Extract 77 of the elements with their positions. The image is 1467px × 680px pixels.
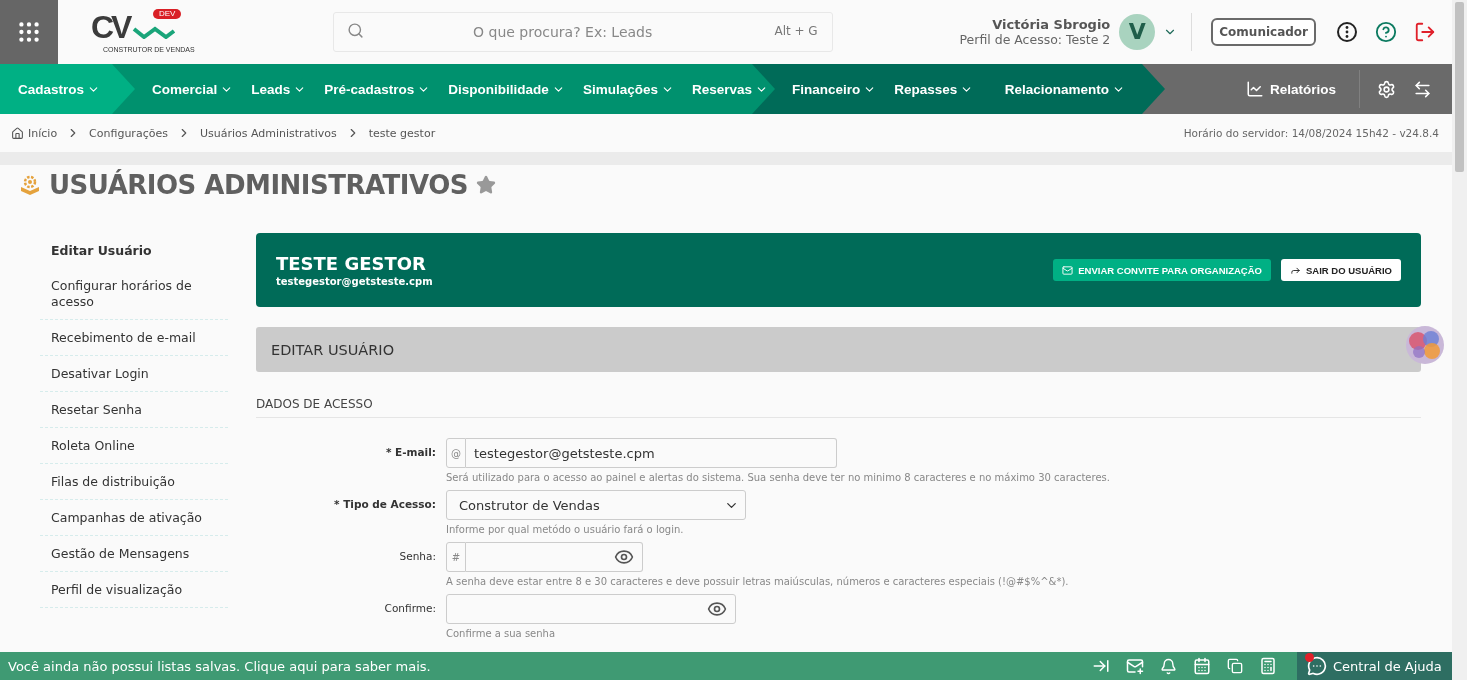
breadcrumb-link[interactable]: Configurações: [89, 126, 168, 140]
field-label: * E-mail:: [385, 445, 436, 458]
logo-text: CV: [91, 10, 130, 43]
gear-box-icon: [19, 174, 41, 196]
dev-badge: DEV: [153, 8, 182, 19]
password-field[interactable]: [466, 542, 643, 572]
input-addon: @: [446, 438, 466, 468]
favorite-star-icon[interactable]: [476, 175, 497, 195]
assistant-orb-icon[interactable]: [1405, 325, 1445, 365]
communicator-button[interactable]: Comunicador: [1211, 18, 1316, 46]
apps-menu-button[interactable]: [0, 0, 58, 64]
user-avatar[interactable]: V: [1119, 14, 1156, 50]
help-center-button[interactable]: Central de Ajuda: [1297, 652, 1452, 680]
nav-menu-item[interactable]: Pré-cadastros: [324, 81, 431, 97]
nav-menu-item[interactable]: Repasses: [894, 81, 974, 97]
subsection-title: DADOS DE ACESSO: [256, 397, 1421, 418]
help-icon[interactable]: [1375, 21, 1397, 43]
switch-arrows-icon[interactable]: [1413, 79, 1432, 99]
sidebar-item[interactable]: Resetar Senha: [40, 392, 228, 428]
field-label: Senha:: [399, 549, 436, 562]
calendar-icon[interactable]: [1193, 657, 1211, 675]
sidebar-item[interactable]: Recebimento de e-mail: [40, 320, 228, 356]
notifications-icon[interactable]: [1160, 657, 1177, 675]
field-label: * Tipo de Acesso:: [334, 497, 436, 510]
help-text: A senha deve estar entre 8 e 30 caracteres e deve possuir letras maiúsculas, números e caracteres especiais (!@#$%^&*).: [446, 576, 1070, 587]
settings-icon[interactable]: [1377, 79, 1396, 99]
more-options-icon[interactable]: [1336, 21, 1358, 43]
password-field[interactable]: [446, 594, 736, 624]
nav-menu-item[interactable]: Reservas: [691, 81, 768, 97]
help-text: Será utilizado para o acesso ao painel e alertas do sistema. Sua senha deve ter no minimo 8 caracteres e no máximo 30 caracteres.: [446, 472, 1111, 483]
line-chart-icon: [1245, 80, 1264, 98]
nav-menu-item[interactable]: Financeiro: [792, 81, 877, 97]
sidebar-item[interactable]: Gestão de Mensagens: [40, 536, 228, 572]
help-text: Informe por qual metódo o usuário fará o login.: [446, 524, 685, 535]
eye-icon[interactable]: [707, 599, 727, 619]
user-profile: Perfil de Acesso: Teste 2: [959, 32, 1111, 47]
mail-icon: [1062, 264, 1074, 276]
user-card-email: testegestor@getsteste.cpm: [276, 276, 433, 287]
logout-icon[interactable]: [1414, 21, 1436, 43]
sidebar-item[interactable]: Desativar Login: [40, 356, 228, 392]
scrollbar-thumb[interactable]: [1455, 2, 1464, 172]
collapse-icon[interactable]: [1092, 657, 1110, 675]
windows-icon[interactable]: [1227, 658, 1243, 674]
nav-menu-item[interactable]: Comercial: [152, 81, 234, 97]
home-icon: [11, 126, 24, 140]
sidebar-item[interactable]: Configurar horários de acesso: [40, 268, 228, 320]
input-addon: #: [446, 542, 466, 572]
breadcrumb-link[interactable]: teste gestor: [368, 126, 436, 140]
page-title: USUÁRIOS ADMINISTRATIVOS: [49, 170, 469, 200]
exit-user-button[interactable]: SAIR DO USUÁRIO: [1280, 259, 1401, 281]
section-header: EDITAR USUÁRIO: [256, 327, 1421, 372]
sidebar-item[interactable]: Campanhas de ativação: [40, 500, 228, 536]
sidebar-item[interactable]: Editar Usuário: [40, 233, 228, 268]
chat-bubble-icon: [1307, 656, 1327, 676]
calculator-icon[interactable]: [1259, 657, 1277, 675]
breadcrumb-link[interactable]: Início: [28, 126, 58, 140]
search-icon: [346, 22, 364, 39]
reports-link[interactable]: Relatórios: [1239, 79, 1342, 99]
nav-menu-item[interactable]: Simulações: [582, 81, 674, 97]
field-label: Confirme:: [384, 601, 436, 614]
access-type-select[interactable]: Construtor de Vendas: [446, 490, 746, 520]
email-field[interactable]: testegestor@getsteste.cpm: [466, 438, 837, 468]
breadcrumb-link[interactable]: Usuários Administrativos: [199, 126, 337, 140]
nav-menu-item[interactable]: Relacionamento: [1004, 81, 1125, 97]
mail-plus-icon[interactable]: [1126, 657, 1144, 675]
shortcut-hint: Alt + G: [774, 24, 818, 38]
sidebar-item[interactable]: Filas de distribuição: [40, 464, 228, 500]
grid-icon: [16, 19, 42, 45]
nav-menu-item[interactable]: Leads: [251, 81, 307, 97]
sidebar-item[interactable]: Perfil de visualização: [40, 572, 228, 608]
eye-icon[interactable]: [614, 547, 634, 567]
server-time: Horário do servidor: 14/08/2024 15h42 - v24.8.4: [1183, 127, 1439, 139]
user-card-name: TESTE GESTOR: [276, 253, 427, 274]
sidebar-item[interactable]: Roleta Online: [40, 428, 228, 464]
help-text: Confirme a sua senha: [446, 628, 557, 639]
user-name: Victória Sbrogio: [992, 17, 1111, 32]
nav-menu-item[interactable]: Disponibilidade: [448, 81, 565, 97]
